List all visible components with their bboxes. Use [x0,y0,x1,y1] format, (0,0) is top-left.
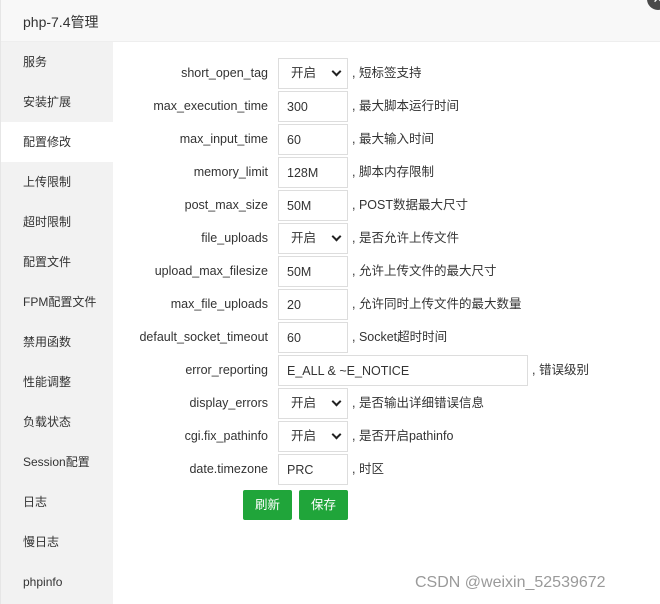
watermark: CSDN @weixin_52539672 [415,574,606,591]
file-uploads-select[interactable]: 开启 [278,223,348,254]
config-description: , 是否输出详细错误信息 [352,396,484,410]
max-execution-time-input[interactable] [278,91,348,122]
config-label: error_reporting [185,363,268,377]
short-open-tag-select[interactable]: 开启 [278,58,348,89]
config-row-upload-max-filesize: upload_max_filesize , 允许上传文件的最大尺寸 [113,255,660,288]
config-row-memory-limit: memory_limit , 脚本内存限制 [113,156,660,189]
config-label: upload_max_filesize [154,264,268,278]
config-description: , 允许同时上传文件的最大数量 [352,297,522,311]
config-description: , 脚本内存限制 [352,165,434,179]
config-row-default-socket-timeout: default_socket_timeout , Socket超时时间 [113,321,660,354]
default-socket-timeout-input[interactable] [278,322,348,353]
sidebar-item-log[interactable]: 日志 [1,482,113,522]
select-value: 开启 [291,66,317,80]
memory-limit-input[interactable] [278,157,348,188]
refresh-button[interactable]: 刷新 [243,490,293,520]
config-row-date-timezone: date.timezone , 时区 [113,453,660,486]
config-description: , 时区 [352,462,384,476]
config-description: , 最大输入时间 [352,132,434,146]
config-label: default_socket_timeout [139,330,268,344]
save-button[interactable]: 保存 [299,490,349,520]
sidebar: 服务 安装扩展 配置修改 上传限制 超时限制 配置文件 FPM配置文件 禁用函数… [1,42,113,604]
error-reporting-input[interactable] [278,355,528,386]
config-label: short_open_tag [181,66,268,80]
sidebar-item-load-status[interactable]: 负载状态 [1,402,113,442]
config-description: , 错误级别 [532,363,589,377]
sidebar-item-service[interactable]: 服务 [1,42,113,82]
config-label: date.timezone [189,462,268,476]
config-row-error-reporting: error_reporting , 错误级别 [113,354,660,387]
config-label: post_max_size [184,198,268,212]
config-label: cgi.fix_pathinfo [184,429,268,443]
sidebar-item-fpm-config-file[interactable]: FPM配置文件 [1,282,113,322]
config-label: file_uploads [201,231,268,245]
select-value: 开启 [291,396,317,410]
upload-max-filesize-input[interactable] [278,256,348,287]
sidebar-item-upload-limit[interactable]: 上传限制 [1,162,113,202]
config-form: short_open_tag 开启 , 短标签支持 max_execution_… [113,42,660,604]
window-title: php-7.4管理 [23,14,99,30]
sidebar-item-performance-tuning[interactable]: 性能调整 [1,362,113,402]
sidebar-item-session-config[interactable]: Session配置 [1,442,113,482]
config-row-file-uploads: file_uploads 开启 , 是否允许上传文件 [113,222,660,255]
php-manager-window: php-7.4管理 ✕ 服务 安装扩展 配置修改 上传限制 超时限制 配置文件 … [0,0,660,604]
config-label: display_errors [189,396,268,410]
config-row-short-open-tag: short_open_tag 开启 , 短标签支持 [113,57,660,90]
config-row-max-input-time: max_input_time , 最大输入时间 [113,123,660,156]
max-file-uploads-input[interactable] [278,289,348,320]
config-row-post-max-size: post_max_size , POST数据最大尺寸 [113,189,660,222]
sidebar-item-phpinfo[interactable]: phpinfo [1,562,113,602]
select-value: 开启 [291,231,317,245]
config-label: max_input_time [179,132,268,146]
config-description: , Socket超时时间 [352,330,448,344]
cgi-fix-pathinfo-select[interactable]: 开启 [278,421,348,452]
sidebar-item-slow-log[interactable]: 慢日志 [1,522,113,562]
sidebar-item-disabled-functions[interactable]: 禁用函数 [1,322,113,362]
config-row-display-errors: display_errors 开启 , 是否输出详细错误信息 [113,387,660,420]
sidebar-item-config-modify[interactable]: 配置修改 [1,122,113,162]
title-bar: php-7.4管理 [1,0,660,42]
config-description: , 允许上传文件的最大尺寸 [352,264,497,278]
config-description: , 是否允许上传文件 [352,231,459,245]
config-description: , 是否开启pathinfo [352,429,454,443]
config-description: , 最大脚本运行时间 [352,99,459,113]
post-max-size-input[interactable] [278,190,348,221]
date-timezone-input[interactable] [278,454,348,485]
config-row-cgi-fix-pathinfo: cgi.fix_pathinfo 开启 , 是否开启pathinfo [113,420,660,453]
config-label: max_execution_time [153,99,268,113]
sidebar-item-install-extension[interactable]: 安装扩展 [1,82,113,122]
config-label: max_file_uploads [170,297,268,311]
chevron-down-icon [331,66,342,77]
chevron-down-icon [331,396,342,407]
select-value: 开启 [291,429,317,443]
max-input-time-input[interactable] [278,124,348,155]
display-errors-select[interactable]: 开启 [278,388,348,419]
config-label: memory_limit [193,165,268,179]
config-row-max-file-uploads: max_file_uploads , 允许同时上传文件的最大数量 [113,288,660,321]
chevron-down-icon [331,231,342,242]
config-description: , 短标签支持 [352,66,422,80]
sidebar-item-config-file[interactable]: 配置文件 [1,242,113,282]
config-row-max-execution-time: max_execution_time , 最大脚本运行时间 [113,90,660,123]
sidebar-item-timeout-limit[interactable]: 超时限制 [1,202,113,242]
chevron-down-icon [331,429,342,440]
config-description: , POST数据最大尺寸 [352,198,468,212]
